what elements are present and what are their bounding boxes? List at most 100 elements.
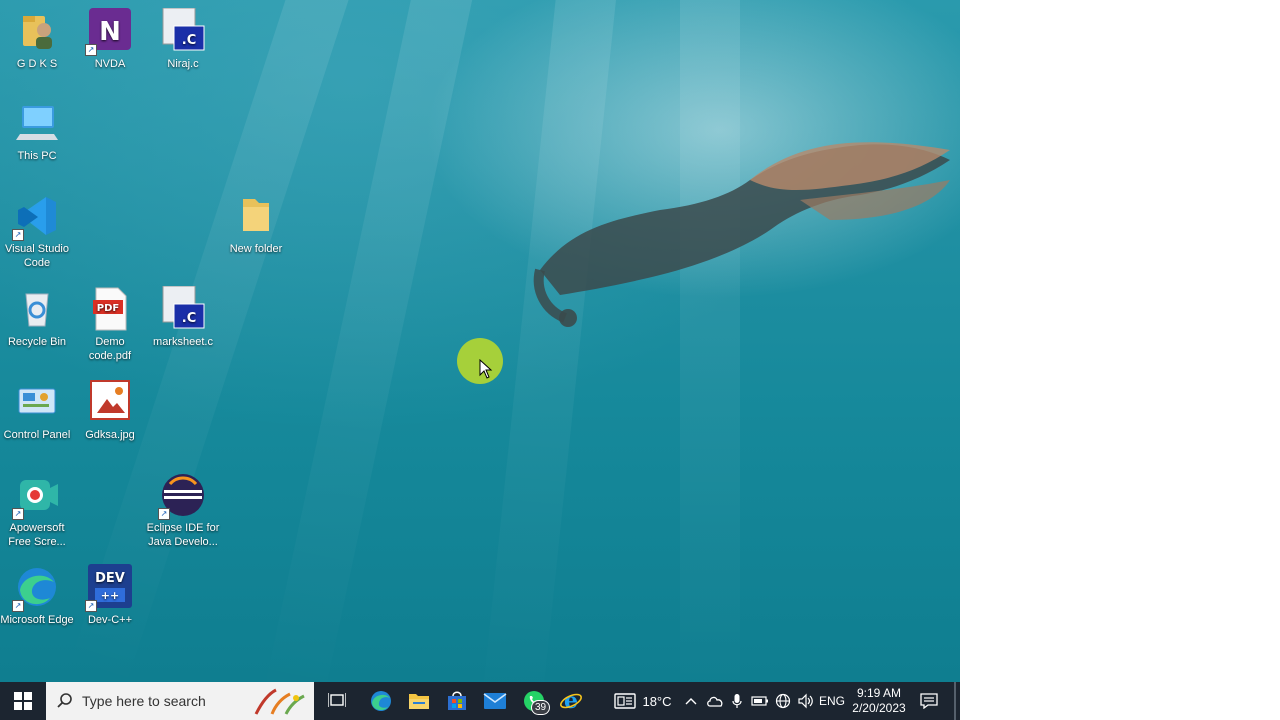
cloud-icon xyxy=(707,696,723,707)
shortcut-arrow-icon: ↗ xyxy=(12,508,24,520)
desktop-icon-new-folder[interactable]: New folder xyxy=(219,193,293,256)
tray-volume-button[interactable] xyxy=(795,682,817,720)
clock-button[interactable]: 9:19 AM 2/20/2023 xyxy=(850,682,908,720)
desktop-icon-this-pc[interactable]: This PC xyxy=(0,100,74,163)
windows-logo-icon xyxy=(14,692,32,710)
devcpp-icon: DEV ++ ↗ xyxy=(85,564,133,612)
desktop-icon-nvda[interactable]: N ↗ NVDA xyxy=(73,8,147,71)
microsoft-store-icon xyxy=(448,691,466,710)
desktop-icon-niraj[interactable]: .C Niraj.c xyxy=(146,7,220,71)
desktop-icon-demo-pdf[interactable]: PDF Demo code.pdf xyxy=(73,286,147,363)
chevron-up-icon xyxy=(685,698,697,705)
eclipse-icon: ↗ xyxy=(158,472,206,520)
computer-icon xyxy=(14,100,60,146)
internet-explorer-icon: e xyxy=(560,689,582,713)
desktop-icon-vscode[interactable]: ↗ Visual Studio Code xyxy=(0,193,74,270)
dev-c-file-icon: .C xyxy=(160,285,206,332)
taskbar-internet-explorer-button[interactable]: e xyxy=(552,682,590,720)
pdf-icon: PDF xyxy=(87,286,133,332)
notification-center-button[interactable] xyxy=(914,682,944,720)
svg-text:.C: .C xyxy=(182,311,196,326)
desktop-icon-marksheet[interactable]: .C marksheet.c xyxy=(146,285,220,349)
shortcut-arrow-icon: ↗ xyxy=(85,44,97,56)
edge-icon xyxy=(371,691,391,711)
desktop-icon-edge[interactable]: ↗ Microsoft Edge xyxy=(0,564,74,627)
desktop-icon-label: This PC xyxy=(17,150,57,162)
desktop-icon-label: Recycle Bin xyxy=(7,336,67,348)
show-hidden-icons-button[interactable] xyxy=(682,682,700,720)
microphone-icon xyxy=(732,694,742,708)
dev-c-file-icon: .C xyxy=(160,7,206,54)
svg-text:e: e xyxy=(564,689,578,713)
desktop-icon-label: Dev-C++ xyxy=(87,614,133,626)
desktop-icon-gdksa[interactable]: Gdksa.jpg xyxy=(73,379,147,442)
tray-battery-button[interactable] xyxy=(749,682,771,720)
task-view-button[interactable] xyxy=(318,682,356,720)
clock-date: 2/20/2023 xyxy=(852,701,906,715)
desktop-icon-label: Gdksa.jpg xyxy=(85,429,135,441)
clock-time: 9:19 AM xyxy=(856,686,902,700)
globe-icon xyxy=(775,693,791,709)
weather-temperature: 18°C xyxy=(642,693,672,709)
language-indicator: ENG xyxy=(818,694,845,708)
desktop-icon-gdks[interactable]: G D K S xyxy=(0,8,74,71)
desktop-icon-label: marksheet.c xyxy=(153,336,213,348)
desktop-icon-label: NVDA xyxy=(94,58,126,70)
mail-icon xyxy=(483,693,507,709)
notification-icon xyxy=(920,693,938,709)
search-placeholder: Type here to search xyxy=(82,693,206,709)
speaker-icon xyxy=(798,693,813,709)
svg-text:PDF: PDF xyxy=(97,303,119,314)
taskbar-edge-button[interactable] xyxy=(362,682,400,720)
start-button[interactable] xyxy=(0,682,46,720)
desktop-icon-label: Visual Studio Code xyxy=(4,243,69,269)
desktop-icon-devcpp[interactable]: DEV ++ ↗ Dev-C++ xyxy=(73,564,147,627)
nvda-icon: N ↗ xyxy=(85,8,133,56)
show-desktop-button[interactable] xyxy=(954,682,956,720)
desktop-icon-label: Niraj.c xyxy=(167,58,199,70)
weather-widget[interactable]: 18°C xyxy=(608,682,678,720)
whatsapp-badge: 39 xyxy=(531,700,551,715)
input-language-button[interactable]: ENG xyxy=(818,682,846,720)
svg-text:.C: .C xyxy=(182,33,196,48)
taskbar-store-button[interactable] xyxy=(438,682,476,720)
taskbar-file-explorer-button[interactable] xyxy=(400,682,438,720)
desktop-icon-label: New folder xyxy=(229,243,283,255)
desktop-icon-eclipse[interactable]: ↗ Eclipse IDE for Java Develo... xyxy=(146,472,220,549)
desktop-icon-label: Eclipse IDE for Java Develo... xyxy=(146,522,220,548)
shortcut-arrow-icon: ↗ xyxy=(12,600,24,612)
folder-icon xyxy=(233,193,279,239)
taskbar: Type here to search 39 e 18°C ENG 9:19 A… xyxy=(0,682,960,720)
svg-text:N: N xyxy=(99,17,121,47)
tray-microphone-button[interactable] xyxy=(727,682,747,720)
desktop-icon-label: Microsoft Edge xyxy=(0,614,74,626)
taskbar-whatsapp-button[interactable]: 39 xyxy=(514,682,554,720)
search-highlight-illustration-icon xyxy=(254,688,305,715)
task-view-icon xyxy=(328,693,346,707)
taskbar-mail-button[interactable] xyxy=(476,682,514,720)
desktop-icon-recycle-bin[interactable]: Recycle Bin xyxy=(0,286,74,349)
search-icon xyxy=(57,693,72,708)
diver-image xyxy=(533,142,950,327)
taskbar-search-box[interactable]: Type here to search xyxy=(46,682,314,720)
desktop-icon-apowersoft[interactable]: ↗ Apowersoft Free Scre... xyxy=(0,472,74,549)
apowersoft-icon: ↗ xyxy=(12,472,60,520)
user-folder-icon xyxy=(14,8,60,54)
desktop-wallpaper: G D K S This PC ↗ Visual Studio Code Rec… xyxy=(0,0,960,682)
desktop-icon-label: Apowersoft Free Scre... xyxy=(8,522,66,548)
svg-text:DEV: DEV xyxy=(95,571,125,586)
mouse-pointer-icon xyxy=(479,359,493,379)
file-explorer-icon xyxy=(409,694,429,709)
shortcut-arrow-icon: ↗ xyxy=(158,508,170,520)
image-file-icon xyxy=(87,379,133,425)
weather-icon xyxy=(614,693,637,709)
desktop-icon-control-panel[interactable]: Control Panel xyxy=(0,379,74,442)
desktop-icon-label: Control Panel xyxy=(3,429,71,441)
svg-text:++: ++ xyxy=(101,589,119,602)
desktop-icon-label: G D K S xyxy=(16,58,58,70)
tray-network-button[interactable] xyxy=(772,682,794,720)
shortcut-arrow-icon: ↗ xyxy=(12,229,24,241)
battery-icon xyxy=(751,696,768,706)
vscode-icon: ↗ xyxy=(12,193,60,241)
tray-onedrive-button[interactable] xyxy=(704,682,726,720)
